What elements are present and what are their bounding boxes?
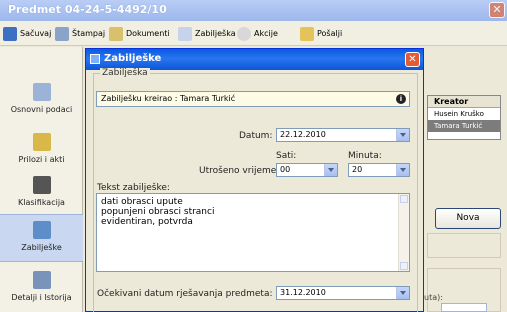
sidebar-item-notes[interactable]: Zabilješke (0, 214, 83, 262)
save-label: Sačuvaj (20, 29, 52, 38)
close-icon[interactable]: ✕ (405, 52, 420, 67)
sidebar: Osnovni podaci Prilozi i akti Klasifikac… (0, 47, 83, 312)
note-text-label: Tekst zabilješke: (97, 183, 170, 193)
printer-icon (55, 26, 69, 41)
time-spent-label: Utrošeno vrijeme: (199, 166, 280, 176)
send-label: Pošalji (317, 29, 343, 38)
minutes-value: 20 (352, 165, 363, 174)
sidebar-item-label: Prilozi i akti (18, 155, 65, 164)
expected-date-picker[interactable]: 31.12.2010 (276, 286, 410, 300)
send-button[interactable]: Pošalji (300, 24, 342, 43)
dialog-title: Zabilješke (104, 53, 162, 64)
date-value: 22.12.2010 (280, 130, 326, 139)
hours-value: 00 (280, 165, 291, 174)
documents-icon (109, 26, 123, 41)
table-row-selected[interactable]: Tamara Turkić (428, 120, 500, 132)
notes-dialog: Zabilješke ✕ Zabilješka (85, 48, 424, 312)
minutes-label: Minuta: (348, 151, 382, 161)
creator-column-header[interactable]: Kreator (428, 96, 500, 108)
background-field[interactable] (441, 303, 487, 312)
scroll-down-icon[interactable] (400, 262, 408, 270)
toolbar: Sačuvaj Štampaj Dokumenti Zabilješka Akc… (0, 21, 507, 46)
partial-label: uta): (424, 293, 443, 302)
sidebar-item-label: Zabilješke (21, 243, 62, 252)
actions-icon (237, 26, 251, 41)
classification-icon (32, 176, 51, 194)
actions-button[interactable]: Akcije (237, 24, 278, 43)
notes-label: Zabilješka (195, 29, 236, 38)
expected-date-label: Očekivani datum rješavanja predmeta: (97, 289, 273, 299)
notes-pencil-icon (178, 26, 192, 41)
info-icon[interactable]: i (396, 94, 406, 104)
notes-icon (32, 221, 51, 239)
chevron-down-icon[interactable] (396, 287, 409, 299)
note-line: popunjeni obrasci stranci (101, 207, 215, 217)
sidebar-item-history[interactable]: Detalji i Istorija (0, 265, 83, 312)
vertical-scrollbar[interactable] (398, 194, 409, 271)
close-icon[interactable]: ✕ (489, 2, 505, 18)
history-icon (32, 271, 51, 289)
notes-button[interactable]: Zabilješka (178, 24, 236, 43)
hours-select[interactable]: 00 (276, 163, 338, 177)
note-group-label: Zabilješka (100, 68, 150, 78)
save-icon (3, 26, 17, 41)
attachments-icon (32, 133, 51, 151)
background-combo[interactable] (427, 233, 501, 258)
sidebar-item-basic-data[interactable]: Osnovni podaci (0, 77, 83, 127)
save-button[interactable]: Sačuvaj (3, 24, 51, 43)
documents-label: Dokumenti (126, 29, 170, 38)
expected-date-value: 31.12.2010 (280, 288, 326, 297)
note-line: dati obrasci upute (101, 197, 183, 207)
date-label: Datum: (239, 131, 273, 141)
created-by-text: Zabilješku kreirao : Tamara Turkić (101, 94, 236, 103)
window-title: Predmet 04-24-5-4492/10 (8, 3, 167, 16)
minutes-select[interactable]: 20 (348, 163, 410, 177)
new-note-button[interactable]: Nova (435, 208, 501, 229)
print-label: Štampaj (72, 29, 106, 38)
created-by-field: Zabilješku kreirao : Tamara Turkić i (96, 91, 410, 107)
scroll-up-icon[interactable] (400, 195, 408, 203)
documents-button[interactable]: Dokumenti (109, 24, 170, 43)
creator-grid[interactable]: Kreator Husein Kruško Tamara Turkić (427, 95, 501, 140)
actions-label: Akcije (254, 29, 278, 38)
chevron-down-icon[interactable] (396, 129, 409, 141)
sidebar-item-label: Osnovni podaci (10, 105, 73, 114)
note-line: evidentiran, potvrda (101, 217, 193, 227)
dialog-icon (90, 54, 100, 64)
chevron-down-icon[interactable] (324, 164, 337, 176)
send-icon (300, 26, 314, 41)
print-button[interactable]: Štampaj (55, 24, 105, 43)
basic-data-icon (32, 83, 51, 101)
date-picker[interactable]: 22.12.2010 (276, 128, 410, 142)
main-title-bar: Predmet 04-24-5-4492/10 (0, 0, 507, 21)
sidebar-item-label: Detalji i Istorija (11, 293, 72, 302)
sidebar-item-label: Klasifikacija (18, 198, 65, 207)
hours-label: Sati: (276, 151, 297, 161)
dialog-title-bar[interactable]: Zabilješke ✕ (86, 49, 423, 70)
table-row[interactable]: Husein Kruško (428, 108, 500, 120)
note-text-area[interactable]: dati obrasci upute popunjeni obrasci str… (96, 193, 410, 272)
sidebar-item-classification[interactable]: Klasifikacija (0, 170, 83, 220)
chevron-down-icon[interactable] (396, 164, 409, 176)
